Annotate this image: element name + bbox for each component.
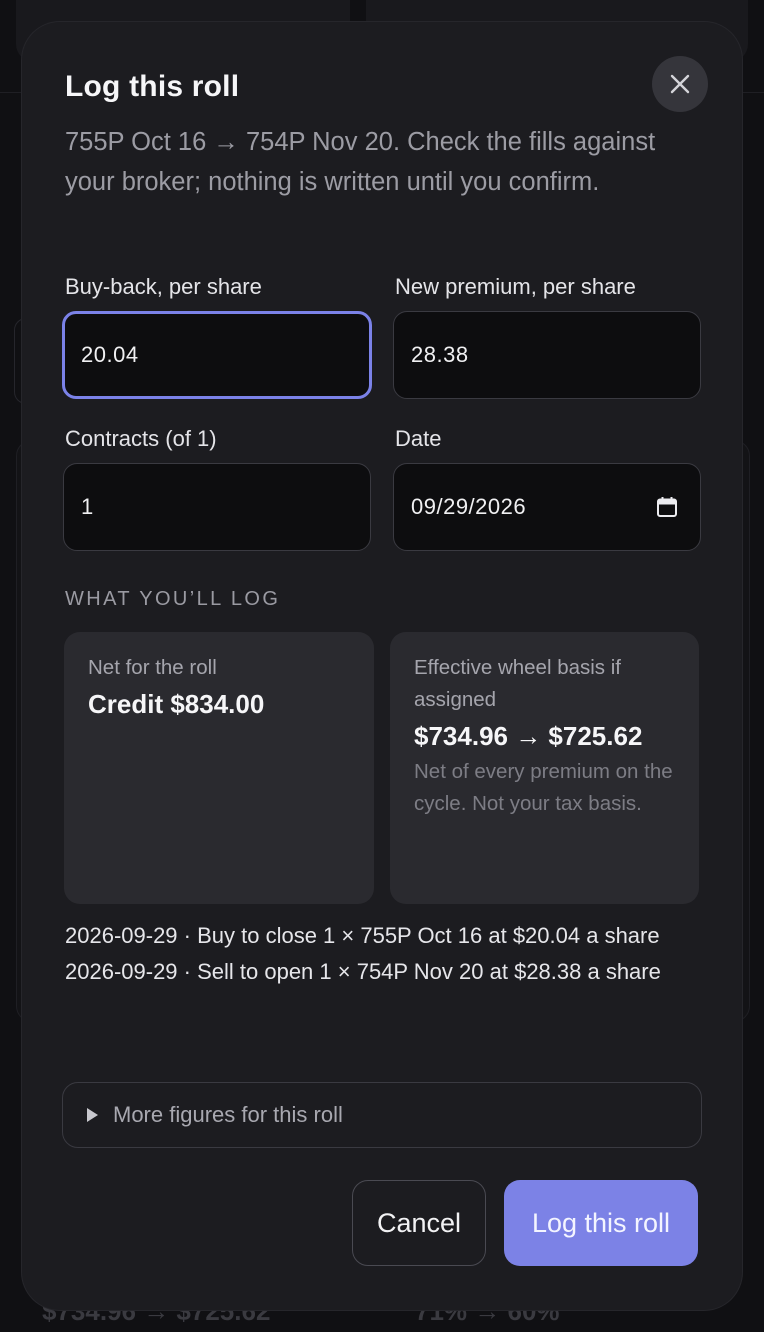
log-line-sell-to-open: 2026-09-29 · Sell to open 1 × 754P Nov 2… — [65, 959, 661, 984]
summary-heading: WHAT YOU’LL LOG — [65, 588, 281, 610]
log-lines: 2026-09-29 · Buy to close 1 × 755P Oct 1… — [65, 920, 710, 992]
contracts-input[interactable]: 1 — [63, 463, 371, 551]
close-icon — [670, 74, 690, 94]
net-roll-card: Net for the roll Credit $834.00 — [64, 632, 374, 904]
more-figures-label: More figures for this roll — [113, 1102, 343, 1127]
disclosure-triangle-icon — [87, 1108, 98, 1122]
wheel-basis-value: $734.96 → $725.62 — [414, 721, 643, 751]
new-premium-label: New premium, per share — [395, 274, 636, 299]
wheel-basis-note: Net of every premium on the cycle. Not y… — [414, 760, 673, 815]
date-label: Date — [395, 426, 442, 451]
dialog-title: Log this roll — [65, 70, 240, 103]
log-line-buy-to-close: 2026-09-29 · Buy to close 1 × 755P Oct 1… — [65, 923, 660, 948]
calendar-icon[interactable] — [656, 496, 678, 518]
more-figures-toggle[interactable]: More figures for this roll — [62, 1082, 702, 1148]
net-roll-value: Credit $834.00 — [88, 689, 265, 719]
log-roll-dialog: Log this roll 755P Oct 16 → 754P Nov 20.… — [22, 22, 742, 1310]
date-value: 09/29/2026 — [411, 494, 527, 519]
wheel-basis-card: Effective wheel basis if assigned $734.9… — [390, 632, 699, 904]
new-premium-value: 28.38 — [411, 342, 469, 367]
date-input[interactable]: 09/29/2026 — [393, 463, 701, 551]
contracts-label: Contracts (of 1) — [65, 426, 217, 451]
buyback-value: 20.04 — [81, 342, 139, 367]
cancel-button[interactable]: Cancel — [352, 1180, 486, 1266]
buyback-input[interactable]: 20.04 — [62, 311, 372, 399]
buyback-label: Buy-back, per share — [65, 274, 262, 299]
log-roll-button[interactable]: Log this roll — [504, 1180, 698, 1266]
dialog-description: 755P Oct 16 → 754P Nov 20. Check the fil… — [65, 128, 656, 196]
close-button[interactable] — [652, 56, 708, 112]
contracts-value: 1 — [81, 494, 94, 519]
wheel-basis-label: Effective wheel basis if assigned — [414, 656, 622, 711]
new-premium-input[interactable]: 28.38 — [393, 311, 701, 399]
net-roll-label: Net for the roll — [88, 656, 217, 679]
